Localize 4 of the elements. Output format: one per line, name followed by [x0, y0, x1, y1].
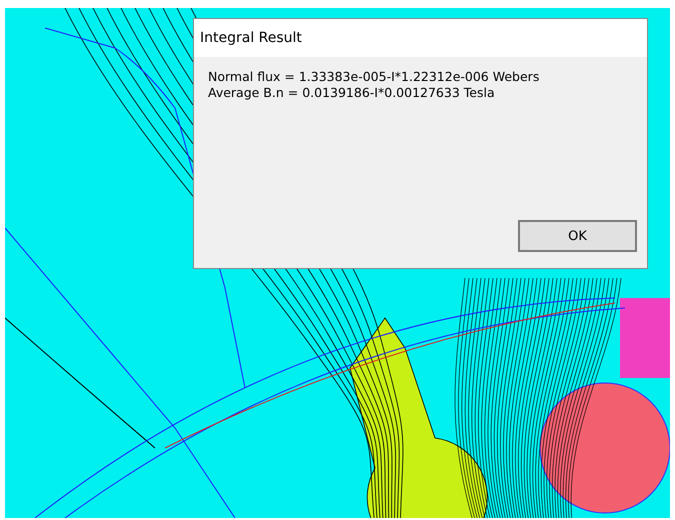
result-text: Average B.n = 0.0139186-I*0.00127633 Tesla — [208, 85, 496, 101]
result-text: Normal flux = 1.33383e-005-I*1.22312e-006 Webers — [208, 69, 540, 85]
dialog-title: Integral Result — [194, 19, 647, 57]
ok-button[interactable]: OK — [518, 220, 637, 252]
